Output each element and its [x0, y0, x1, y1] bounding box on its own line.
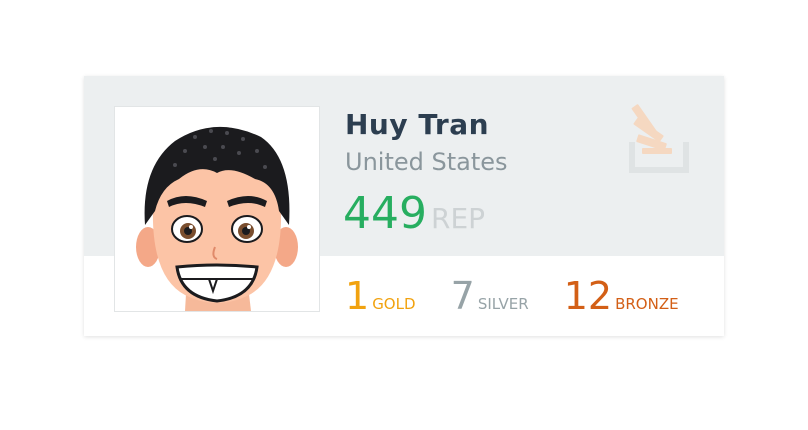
badge-silver-label: SILVER — [477, 295, 529, 313]
avatar[interactable] — [114, 106, 320, 312]
stack-overflow-logo-icon — [629, 104, 689, 173]
avatar-illustration — [136, 126, 298, 311]
badge-silver-count: 7 — [450, 274, 475, 318]
user-name[interactable]: Huy Tran — [345, 108, 489, 141]
reputation: 449 REP — [343, 188, 485, 239]
badge-counts: 1 GOLD 7 SILVER 12 BRONZE — [345, 274, 709, 318]
badge-bronze[interactable]: 12 BRONZE — [564, 274, 679, 318]
badge-bronze-count: 12 — [563, 274, 613, 318]
badge-bronze-label: BRONZE — [615, 295, 679, 313]
profile-card: Huy Tran United States 449 REP 1 GOLD 7 SIL… — [84, 76, 724, 336]
badge-gold-label: GOLD — [372, 295, 416, 313]
badge-silver[interactable]: 7 SILVER — [451, 274, 529, 318]
reputation-label: REP — [430, 202, 486, 235]
user-location: United States — [345, 148, 508, 176]
badge-gold[interactable]: 1 GOLD — [345, 274, 416, 318]
reputation-value: 449 — [343, 188, 427, 239]
badge-gold-count: 1 — [345, 274, 370, 318]
